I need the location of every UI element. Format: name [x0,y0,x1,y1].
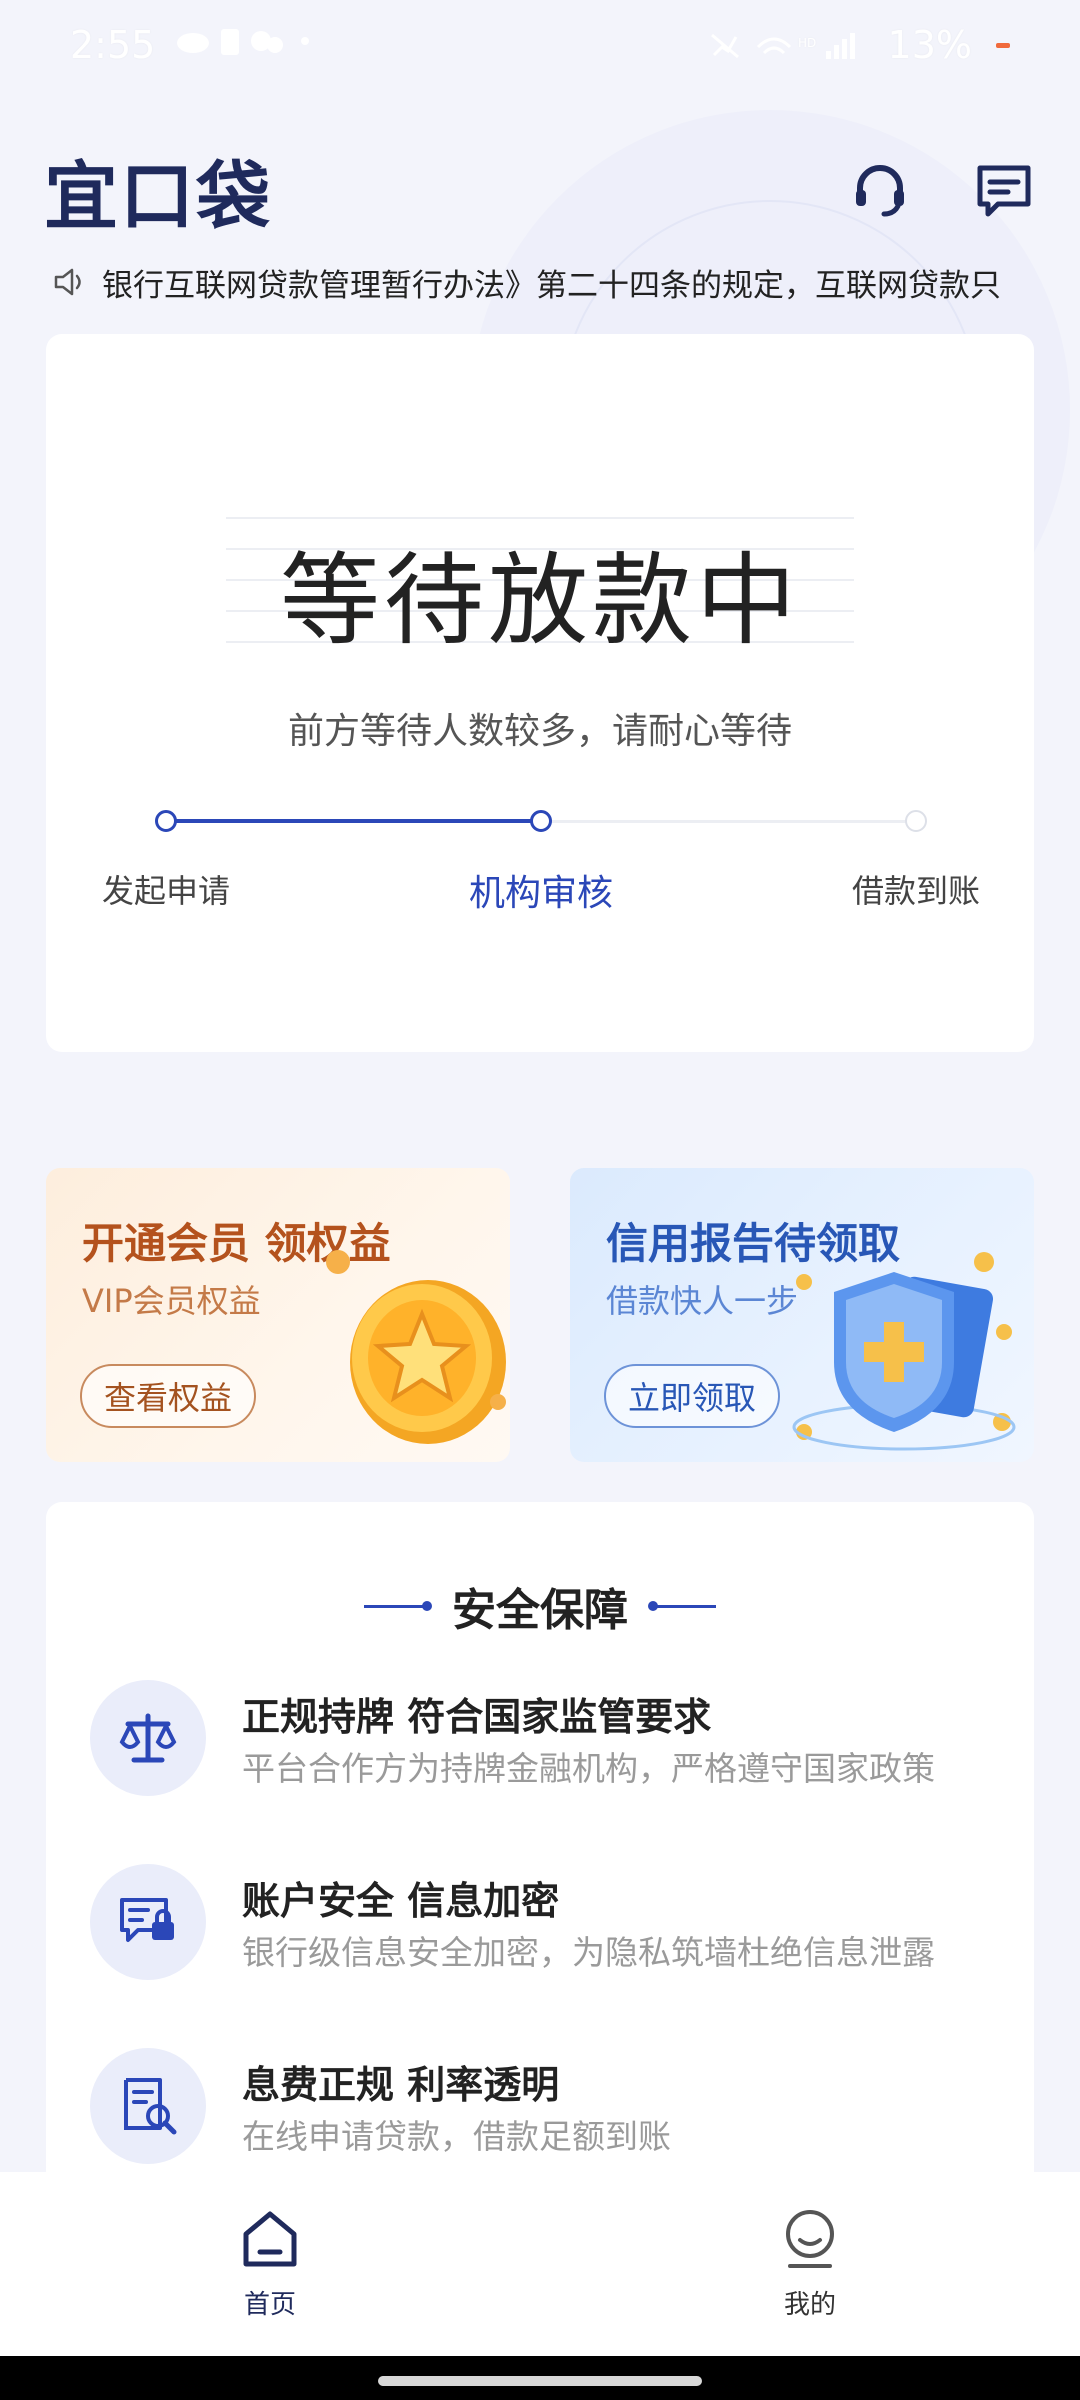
loan-status-title: 等待放款中 [280,542,800,659]
decorative-line-right [648,1600,716,1611]
step-label-disburse: 借款到账 [851,872,980,910]
loan-status-card: 等待放款中 前方等待人数较多，请耐心等待 发起申请 机构审核 借款到账 [46,334,1034,1052]
credit-promo-subtitle: 借款快人一步 [606,1282,799,1320]
step-node-disburse [905,810,927,832]
nav-home-label: 首页 [243,2290,296,2320]
document-search-icon [90,2048,206,2164]
app-logo: 宜口袋 [44,153,272,240]
status-time: 2:55 [70,23,156,67]
step-label-review: 机构审核 [468,873,613,914]
bottom-navigation: 首页 我的 [0,2172,1080,2356]
profile-icon [786,2210,834,2268]
status-bar: 2:55 HD 13% [0,0,1080,90]
home-icon [243,2211,297,2267]
security-item-desc: 平台合作方为持牌金融机构，严格遵守国家政策 [242,1749,935,1788]
secure-message-icon [90,1864,206,1980]
progress-steps: 发起申请 机构审核 借款到账 [46,804,1034,944]
gesture-handle[interactable] [378,2376,702,2386]
security-item-title: 正规持牌 符合国家监管要求 [242,1695,712,1739]
claim-now-button[interactable]: 立即领取 [604,1364,781,1428]
nav-profile-label: 我的 [783,2290,836,2320]
loan-status-subtitle: 前方等待人数较多，请耐心等待 [287,711,792,752]
shield-icon [792,1252,1016,1451]
credit-report-promo-card[interactable]: 信用报告待领取 借款快人一步 立即领取 [570,1168,1034,1462]
announcement-text: 银行互联网贷款管理暂行办法》第二十四条的规定，互联网贷款只 [102,267,1001,304]
progress-fill [166,819,541,823]
battery-icon [996,42,1010,48]
nav-profile[interactable]: 我的 [540,2172,1080,2356]
vip-promo-subtitle: VIP会员权益 [82,1282,261,1320]
message-icon[interactable] [972,158,1036,222]
app-header: 宜口袋 [44,140,1036,240]
security-header: 安全保障 [46,1574,1034,1638]
security-item-desc: 在线申请贷款，借款足额到账 [242,2117,671,2156]
nav-home[interactable]: 首页 [0,2172,540,2356]
notification-icons [175,23,315,68]
gold-coin-icon [326,1250,506,1444]
announcement-bar[interactable]: 银行互联网贷款管理暂行办法》第二十四条的规定，互联网贷款只 [50,255,1040,309]
vip-promo-card[interactable]: 开通会员 领权益 VIP会员权益 查看权益 [46,1168,510,1462]
security-guarantee-card: 安全保障 正规持牌 符合国家监管要求 平台合作方为持牌金融机构，严格遵守国家政策 [46,1502,1034,2222]
scale-icon [90,1680,206,1796]
system-gesture-bar [0,2356,1080,2400]
step-node-apply [155,810,177,832]
security-item-desc: 银行级信息安全加密，为隐私筑墙杜绝信息泄露 [242,1933,935,1972]
decorative-line-left [364,1600,432,1611]
step-label-apply: 发起申请 [101,872,230,910]
step-node-review [530,810,552,832]
security-item: 正规持牌 符合国家监管要求 平台合作方为持牌金融机构，严格遵守国家政策 [90,1680,990,1800]
app-notification-icon [177,28,310,55]
view-benefits-button[interactable]: 查看权益 [80,1364,257,1428]
battery-percent: 13% [887,23,972,67]
security-item: 息费正规 利率透明 在线申请贷款，借款足额到账 [90,2048,990,2168]
svg-text:HD: HD [798,36,816,50]
speaker-icon [54,268,81,296]
security-item-title: 账户安全 信息加密 [242,1879,560,1923]
security-item-title: 息费正规 利率透明 [242,2063,560,2107]
security-title: 安全保障 [452,1585,628,1636]
signal-wifi-icon: HD [710,33,855,59]
security-item: 账户安全 信息加密 银行级信息安全加密，为隐私筑墙杜绝信息泄露 [90,1864,990,1984]
customer-service-icon[interactable] [848,158,912,222]
